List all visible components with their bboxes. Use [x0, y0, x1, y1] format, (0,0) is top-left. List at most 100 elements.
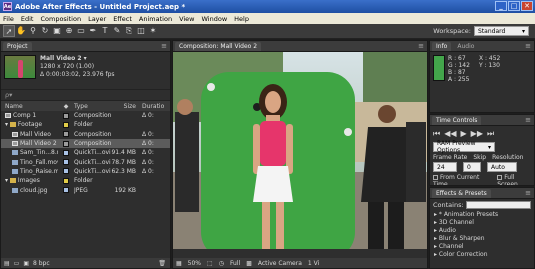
hand-tool-icon[interactable]: ✋ [15, 25, 27, 37]
label-swatch[interactable] [63, 159, 69, 166]
timecode-camera-icon[interactable]: ◷ [219, 260, 224, 267]
tab-project[interactable]: Project [3, 41, 32, 51]
label-swatch[interactable] [63, 149, 69, 156]
project-row[interactable]: Tino_Fall.mov QuickTi...ovie 78.7 MB Δ 0: [1, 157, 170, 166]
menu-composition[interactable]: Composition [40, 15, 81, 23]
mask-tool-icon[interactable]: ▭ [75, 25, 87, 37]
label-swatch[interactable] [63, 168, 69, 175]
effects-category[interactable]: ▸ Blur & Sharpen [430, 235, 534, 243]
prev-frame-icon[interactable]: ◀◀ [444, 129, 456, 139]
full-screen-checkbox[interactable]: Full Screen [497, 174, 534, 185]
effects-category[interactable]: ▸ 3D Channel [430, 219, 534, 227]
trash-icon[interactable]: 🗑 [158, 260, 166, 267]
menu-animation[interactable]: Animation [139, 15, 172, 23]
puppet-tool-icon[interactable]: ✶ [147, 25, 159, 37]
effects-category[interactable]: ▸ Channel [430, 243, 534, 251]
menu-window[interactable]: Window [202, 15, 228, 23]
row-size: 91.4 MB [111, 149, 136, 157]
column-name[interactable]: Name [1, 103, 58, 110]
close-button[interactable]: ✕ [521, 1, 533, 11]
text-tool-icon[interactable]: T [99, 25, 111, 37]
arrow-tool-icon[interactable]: ➚ [3, 25, 15, 37]
project-row[interactable]: Mall Video Composition Δ 0: [1, 130, 170, 139]
zoom-tool-icon[interactable]: ⚲ [27, 25, 39, 37]
preview-options-select[interactable]: RAM Preview Options ▾ [433, 140, 495, 154]
effects-search-input[interactable] [465, 201, 531, 209]
panel-menu-icon[interactable]: ≡ [525, 42, 531, 50]
label-swatch[interactable] [63, 112, 69, 119]
zoom-select[interactable]: 50% [188, 260, 201, 267]
label-swatch[interactable] [63, 177, 69, 184]
panel-menu-icon[interactable]: ≡ [418, 42, 424, 50]
panel-menu-icon[interactable]: ≡ [525, 189, 531, 197]
row-type: QuickTi...ovie [74, 158, 111, 166]
active-camera-select[interactable]: Active Camera [258, 260, 302, 267]
first-frame-icon[interactable]: ⏮ [433, 129, 440, 139]
play-icon[interactable]: ▶ [461, 129, 467, 139]
project-row[interactable]: Tino_Raise.mov QuickTi...ovie62.3 MB Δ 0: [1, 167, 170, 176]
last-frame-icon[interactable]: ⏭ [487, 129, 494, 139]
resolution-select[interactable]: Full [230, 260, 240, 267]
tab-time-controls[interactable]: Time Controls [432, 115, 482, 125]
label-swatch[interactable] [63, 140, 69, 147]
transparency-grid-icon[interactable]: ▩ [246, 260, 252, 267]
row-type: Composition [74, 140, 111, 148]
column-duration[interactable]: Duratio [139, 103, 169, 110]
new-folder-icon[interactable]: ▭ [14, 260, 20, 267]
panel-menu-icon[interactable]: ≡ [525, 116, 531, 124]
pan-behind-icon[interactable]: ⊕ [63, 25, 75, 37]
from-current-checkbox[interactable]: From Current Time [433, 174, 491, 185]
label-swatch[interactable] [63, 121, 69, 128]
menu-edit[interactable]: Edit [21, 15, 34, 23]
effects-category[interactable]: ▸ * Animation Presets [430, 211, 534, 219]
skip-select[interactable]: 0 [463, 162, 481, 172]
tab-effects-presets[interactable]: Effects & Presets [432, 188, 491, 198]
interpret-footage-icon[interactable]: ▤ [4, 260, 10, 267]
grid-toggle-icon[interactable]: ▦ [176, 260, 182, 267]
tab-info[interactable]: Info [432, 41, 452, 51]
camera-tool-icon[interactable]: ▣ [51, 25, 63, 37]
clone-tool-icon[interactable]: ⎘ [123, 25, 135, 37]
column-size[interactable]: Size [111, 103, 139, 110]
pen-tool-icon[interactable]: ✒ [87, 25, 99, 37]
menu-layer[interactable]: Layer [88, 15, 106, 23]
project-row[interactable]: ▾ Images Folder [1, 176, 170, 185]
region-icon[interactable]: ⬚ [207, 260, 213, 267]
project-row[interactable]: cloud.jpg JPEG 192 KB [1, 185, 170, 194]
menu-view[interactable]: View [179, 15, 194, 23]
tab-audio[interactable]: Audio [453, 42, 478, 51]
composition-viewer[interactable] [173, 52, 427, 249]
effects-category[interactable]: ▸ Color Correction [430, 251, 534, 259]
brush-tool-icon[interactable]: ✎ [111, 25, 123, 37]
rotate-tool-icon[interactable]: ↻ [39, 25, 51, 37]
row-name: cloud.jpg [1, 187, 58, 194]
label-tag-icon[interactable]: ◆ [58, 103, 74, 110]
label-swatch[interactable] [63, 131, 69, 138]
panel-menu-icon[interactable]: ≡ [161, 42, 167, 50]
minimize-button[interactable]: _ [495, 1, 507, 11]
project-row[interactable]: ▾ Footage Folder [1, 120, 170, 129]
workspace-select[interactable]: Standard ▾ [474, 26, 529, 36]
bit-depth[interactable]: 8 bpc [33, 260, 50, 267]
project-row[interactable]: Comp 1 Composition Δ 0: [1, 111, 170, 120]
column-type[interactable]: Type [74, 103, 111, 110]
menu-help[interactable]: Help [234, 15, 249, 23]
frame-rate-select[interactable]: 24 [433, 162, 457, 172]
tab-composition[interactable]: Composition: Mall Video 2 [175, 41, 262, 51]
selected-item-name[interactable]: Mall Video 2 ▾ [40, 55, 115, 63]
project-row[interactable]: Sam_Tin...8.mov QuickTi...ovie91.4 MB Δ 0: [1, 148, 170, 157]
project-search-input[interactable]: ρ▾ [1, 90, 170, 101]
new-comp-icon[interactable]: ▣ [23, 260, 29, 267]
menu-file[interactable]: File [3, 15, 14, 23]
effects-category[interactable]: ▸ Audio [430, 227, 534, 235]
next-frame-icon[interactable]: ▶▶ [471, 129, 483, 139]
maximize-button[interactable]: □ [508, 1, 520, 11]
eraser-tool-icon[interactable]: ◫ [135, 25, 147, 37]
project-row[interactable]: Mall Video 2 Composition Δ 0: [1, 138, 170, 149]
resolution-select[interactable]: Auto [487, 162, 517, 172]
label-swatch[interactable] [63, 187, 69, 194]
row-name-text: cloud.jpg [20, 186, 48, 194]
row-name: Comp 1 [1, 112, 58, 119]
views-select[interactable]: 1 Vi [308, 260, 319, 267]
menu-effect[interactable]: Effect [113, 15, 132, 23]
